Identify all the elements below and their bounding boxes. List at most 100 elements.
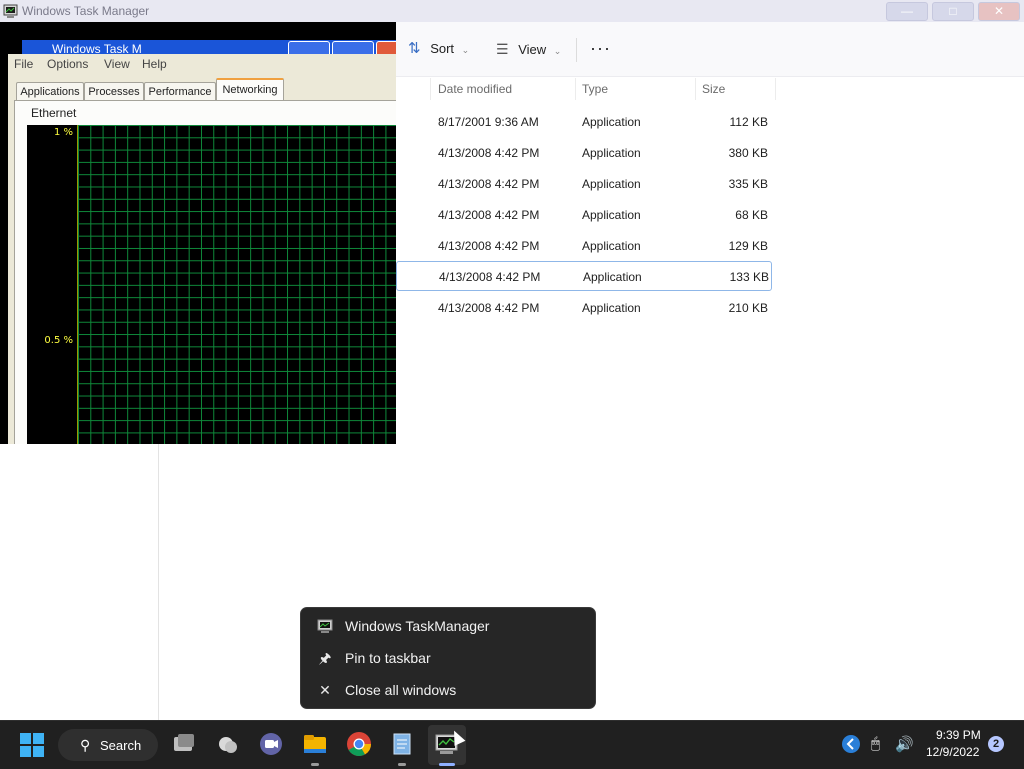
navigation-pane-divider[interactable] <box>158 444 159 720</box>
search-icon: ⚲ <box>80 737 91 753</box>
clock-date[interactable]: 12/9/2022 <box>926 745 979 759</box>
taskbar-search[interactable]: ⚲ Search <box>58 729 158 761</box>
file-row[interactable]: 8/17/2001 9:36 AM Application 112 KB <box>396 106 772 136</box>
pin-icon: 🖈 <box>318 650 332 666</box>
menu-bar: File Options View Help <box>8 54 396 74</box>
file-date: 4/13/2008 4:42 PM <box>438 208 540 222</box>
taskmanager-icon <box>3 4 18 18</box>
sort-icon: ⇅ <box>408 40 421 57</box>
menu-view[interactable]: View <box>104 57 130 71</box>
jump-list-item-pin[interactable]: 🖈 Pin to taskbar <box>301 643 595 673</box>
file-type: Application <box>582 239 641 253</box>
tab-applications[interactable]: Applications <box>16 82 84 101</box>
file-date: 4/13/2008 4:42 PM <box>438 239 540 253</box>
task-manager-window: Windows Task M File Options View Help Ap… <box>0 22 396 444</box>
file-size: 380 KB <box>728 146 768 160</box>
file-row[interactable]: 4/13/2008 4:42 PM Application 335 KB <box>396 168 772 198</box>
menu-file[interactable]: File <box>14 57 33 71</box>
windows-logo-icon <box>33 733 44 744</box>
column-header-type[interactable]: Type <box>582 82 608 96</box>
search-label: Search <box>100 738 142 753</box>
chevron-down-icon: ⌄ <box>553 46 562 56</box>
view-label: View <box>518 42 547 57</box>
file-type: Application <box>582 115 641 129</box>
running-indicator-active <box>439 763 455 766</box>
file-type: Application <box>583 270 642 284</box>
close-icon: ✕ <box>993 4 1005 18</box>
file-row[interactable]: 4/13/2008 4:42 PM Application 129 KB <box>396 230 772 260</box>
network-utilization-graph <box>77 125 396 444</box>
close-icon: ✕ <box>319 682 331 698</box>
file-size: 335 KB <box>728 177 768 191</box>
taskbar-jump-list: Windows TaskManager 🖈 Pin to taskbar ✕ C… <box>300 607 596 709</box>
file-date: 4/13/2008 4:42 PM <box>438 301 540 315</box>
volume-icon[interactable]: 🔊 <box>895 735 914 753</box>
maximize-button[interactable]: □ <box>932 2 974 21</box>
maximize-icon: □ <box>949 4 957 18</box>
clock-time[interactable]: 9:39 PM <box>936 728 981 742</box>
running-indicator <box>311 763 319 766</box>
command-bar: ⇅ Sort ⌄ ☰ View ⌄ ··· <box>396 22 1024 77</box>
tab-processes[interactable]: Processes <box>84 82 144 101</box>
jump-list-item-close-all[interactable]: ✕ Close all windows <box>301 675 595 705</box>
file-size: 112 KB <box>729 115 768 129</box>
file-date: 8/17/2001 9:36 AM <box>438 115 539 129</box>
chevron-down-icon: ⌄ <box>461 45 470 55</box>
windows-logo-icon <box>20 733 31 744</box>
start-button[interactable] <box>20 733 44 757</box>
y-axis-label-top: 1 % <box>53 127 73 138</box>
taskmanager-icon <box>317 619 333 633</box>
networking-panel: Ethernet 1 % 0.5 % <box>14 100 396 444</box>
menu-help[interactable]: Help <box>142 57 167 71</box>
file-row[interactable]: 4/13/2008 4:42 PM Application 380 KB <box>396 137 772 167</box>
window-title: Windows Task Manager <box>22 4 150 18</box>
column-headers: Date modified Type Size <box>396 78 1024 102</box>
windows-logo-icon <box>20 746 31 757</box>
windows-logo-icon <box>33 746 44 757</box>
close-button[interactable]: ✕ <box>978 2 1020 21</box>
file-size: 129 KB <box>728 239 768 253</box>
jump-list-label: Windows TaskManager <box>345 618 490 634</box>
sort-button[interactable]: ⇅ Sort ⌄ <box>408 36 469 62</box>
file-row-selected[interactable]: 4/13/2008 4:42 PM Application 133 KB <box>396 261 772 291</box>
column-divider[interactable] <box>575 78 576 100</box>
network-graph-frame: 1 % 0.5 % <box>27 125 396 444</box>
column-divider[interactable] <box>775 78 776 100</box>
show-hidden-icons-icon[interactable] <box>841 734 861 754</box>
teams-chat-icon[interactable] <box>258 731 284 757</box>
adapter-label: Ethernet <box>31 106 77 120</box>
sort-label: Sort <box>430 41 455 56</box>
column-divider[interactable] <box>695 78 696 100</box>
column-header-date[interactable]: Date modified <box>438 82 512 96</box>
minimize-button[interactable]: — <box>886 2 928 21</box>
toolbar-divider <box>576 38 577 62</box>
tab-performance[interactable]: Performance <box>144 82 216 101</box>
file-date: 4/13/2008 4:42 PM <box>438 177 540 191</box>
file-row[interactable]: 4/13/2008 4:42 PM Application 210 KB <box>396 292 772 322</box>
file-date: 4/13/2008 4:42 PM <box>438 146 540 160</box>
file-row[interactable]: 4/13/2008 4:42 PM Application 68 KB <box>396 199 772 229</box>
network-icon[interactable]: 🖱 <box>871 735 880 752</box>
menu-options[interactable]: Options <box>47 57 88 71</box>
file-explorer-icon[interactable] <box>302 731 328 757</box>
tab-networking[interactable]: Networking <box>216 78 284 102</box>
graph-y-axis: 1 % 0.5 % <box>27 125 77 444</box>
view-icon: ☰ <box>496 41 509 57</box>
view-button[interactable]: ☰ View ⌄ <box>496 36 561 62</box>
taskbar: ⚲ Search 🖱 🔊 9:39 PM 12/9/2022 2 <box>0 720 1024 769</box>
weather-icon[interactable] <box>215 731 241 757</box>
column-header-size[interactable]: Size <box>702 82 725 96</box>
minimize-icon: — <box>901 4 913 18</box>
chrome-icon[interactable] <box>346 731 372 757</box>
file-type: Application <box>582 301 641 315</box>
notepad-icon[interactable] <box>389 731 415 757</box>
running-indicator <box>398 763 406 766</box>
notification-badge[interactable]: 2 <box>988 736 1004 752</box>
window-titlebar[interactable]: Windows Task Manager — □ ✕ <box>0 0 1024 22</box>
file-size: 210 KB <box>728 301 768 315</box>
task-view-icon[interactable] <box>171 731 197 757</box>
jump-list-label: Pin to taskbar <box>345 650 431 666</box>
more-options-button[interactable]: ··· <box>590 36 611 62</box>
column-divider[interactable] <box>430 78 431 100</box>
jump-list-item-open-app[interactable]: Windows TaskManager <box>301 611 595 641</box>
